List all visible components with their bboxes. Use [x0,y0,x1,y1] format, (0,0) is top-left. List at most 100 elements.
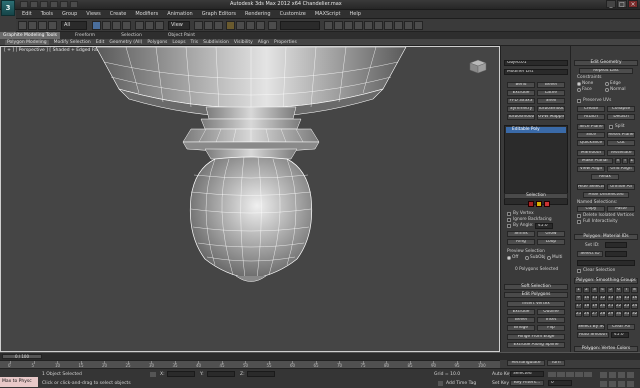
app-logo-button[interactable]: 3 [1,0,15,16]
zoom-extents-icon[interactable] [618,372,625,378]
modifier-shell-button[interactable]: Shell [537,98,565,104]
soft-selection-rollout-header[interactable]: Soft Selection [504,284,568,290]
set-key-button[interactable]: Set Key [492,381,509,386]
edge-subobject-icon[interactable] [536,201,542,207]
perspective-viewport[interactable]: [ + ] [ Perspective ] [ Shaded + Edged F… [0,46,500,352]
hide-unselected-button[interactable]: Hide Unselected [583,192,629,198]
auto-smooth-spinner[interactable]: 45.0 [611,332,629,338]
quickslice-button[interactable]: QuickSlice [577,140,605,146]
hinge-from-edge-button[interactable]: Hinge From Edge [507,334,565,340]
inset-button[interactable]: Inset [537,317,565,323]
undo-icon[interactable] [18,21,27,30]
select-manipulate-icon[interactable] [204,21,213,30]
smoothing-group-19-button[interactable]: 19 [591,303,598,309]
menu-modifiers[interactable]: Modifiers [135,11,158,17]
planar-z-button[interactable]: Z [629,158,635,164]
go-to-start-icon[interactable] [548,372,556,377]
select-by-name-icon[interactable] [102,21,111,30]
next-frame-icon[interactable] [575,372,583,377]
current-frame-field[interactable]: 0 [548,380,572,386]
smoothing-group-20-button[interactable]: 20 [599,303,606,309]
preview-multi-radio[interactable] [547,256,551,260]
unhide-all-button[interactable]: Unhide All [607,184,635,190]
select-id-spinner[interactable] [605,251,627,257]
smoothing-group-21-button[interactable]: 21 [607,303,614,309]
attach-button[interactable]: Attach [577,114,605,120]
redo-icon[interactable] [28,21,37,30]
hide-selected-button[interactable]: Hide Selected [577,184,605,190]
percent-snap-icon[interactable] [246,21,255,30]
time-tag-icon[interactable] [438,381,443,386]
material-name-dropdown[interactable] [577,260,635,266]
smoothing-group-32-button[interactable]: 32 [631,311,638,317]
maximize-button[interactable]: □ [617,0,627,8]
modifier-bevel-button[interactable]: Bevel [537,82,565,88]
smoothing-group-14-button[interactable]: 14 [615,295,622,301]
ribbon-properties[interactable]: Properties [274,40,297,45]
msmooth-button[interactable]: MSmooth [577,150,605,156]
cut-button[interactable]: Cut [607,140,635,146]
close-button[interactable]: × [628,0,638,8]
smoothing-group-8-button[interactable]: 8 [631,287,638,293]
create-button[interactable]: Create [577,106,605,112]
border-subobject-icon[interactable] [544,201,550,207]
planar-x-button[interactable]: X [615,158,621,164]
smoothing-group-26-button[interactable]: 26 [583,311,590,317]
grow-button[interactable]: Grow [537,231,565,237]
tessellate-button[interactable]: Tessellate [607,150,635,156]
flip-button[interactable]: Flip [537,325,565,331]
y-coord-field[interactable] [207,371,235,377]
rectangular-selection-icon[interactable] [112,21,121,30]
selection-filter-dropdown[interactable]: All [61,21,87,30]
turn-button[interactable]: Turn [547,360,565,366]
paste-button[interactable]: Paste [607,206,635,212]
field-of-view-icon[interactable] [600,381,607,387]
tab-object-paint[interactable]: Object Paint [165,32,198,39]
smoothing-group-25-button[interactable]: 25 [575,311,582,317]
extrude-along-spline-button[interactable]: Extrude Along Spline [507,342,565,348]
smoothing-group-2-button[interactable]: 2 [583,287,590,293]
smoothing-group-11-button[interactable]: 11 [591,295,598,301]
by-vertex-checkbox[interactable] [507,212,511,216]
tab-graphite-modeling[interactable]: Graphite Modeling Tools [0,32,61,39]
smoothing-group-3-button[interactable]: 3 [591,287,598,293]
menu-group[interactable]: Group [62,11,77,17]
named-selection-icon[interactable] [268,21,277,30]
modifier-list-dropdown[interactable]: Modifier List [504,69,568,75]
ribbon-polygon-modeling[interactable]: Polygon Modeling [5,39,49,45]
snaps-toggle-icon[interactable] [226,21,235,30]
make-planar-button[interactable]: Make Planar [577,158,613,164]
ignore-backfacing-checkbox[interactable] [507,218,511,222]
modifier-turbosmooth-button[interactable]: TurboSmooth [537,106,565,112]
selection-rollout-header[interactable]: Selection [504,193,568,199]
modifier-symmetry-button[interactable]: Symmetry [507,106,535,112]
material-ids-rollout-header[interactable]: Polygon: Material IDs [574,234,638,240]
smoothing-group-4-button[interactable]: 4 [599,287,606,293]
stack-item-editable-poly[interactable]: Editable Poly [506,127,566,133]
menu-customize[interactable]: Customize [280,11,306,17]
slice-plane-button[interactable]: Slice Plane [577,124,605,130]
smoothing-group-6-button[interactable]: 6 [615,287,622,293]
maximize-viewport-icon[interactable] [627,381,634,387]
pivot-center-icon[interactable] [194,21,203,30]
smoothing-group-30-button[interactable]: 30 [615,311,622,317]
key-filters-button[interactable]: Key Filters... [510,380,544,386]
smoothing-groups-rollout-header[interactable]: Polygon: Smoothing Groups [574,278,638,284]
select-object-icon[interactable] [92,21,101,30]
ribbon-geometry-all-[interactable]: Geometry (All) [109,40,142,45]
modifier-bend-button[interactable]: Bend [507,82,535,88]
reference-coordinate-dropdown[interactable]: View [168,21,190,30]
smoothing-group-15-button[interactable]: 15 [623,295,630,301]
material-editor-icon[interactable] [384,21,393,30]
mirror-icon[interactable] [324,21,333,30]
shrink-button[interactable]: Shrink [507,231,535,237]
project-folder-icon[interactable] [70,1,78,8]
spinner-snap-icon[interactable] [256,21,265,30]
vertex-subobject-icon[interactable] [528,201,534,207]
menu-graph-editors[interactable]: Graph Editors [202,11,236,17]
smoothing-group-31-button[interactable]: 31 [623,311,630,317]
render-setup-icon[interactable] [394,21,403,30]
undo-icon[interactable] [50,1,58,8]
clear-all-button[interactable]: Clear All [607,324,635,330]
align-icon[interactable] [334,21,343,30]
